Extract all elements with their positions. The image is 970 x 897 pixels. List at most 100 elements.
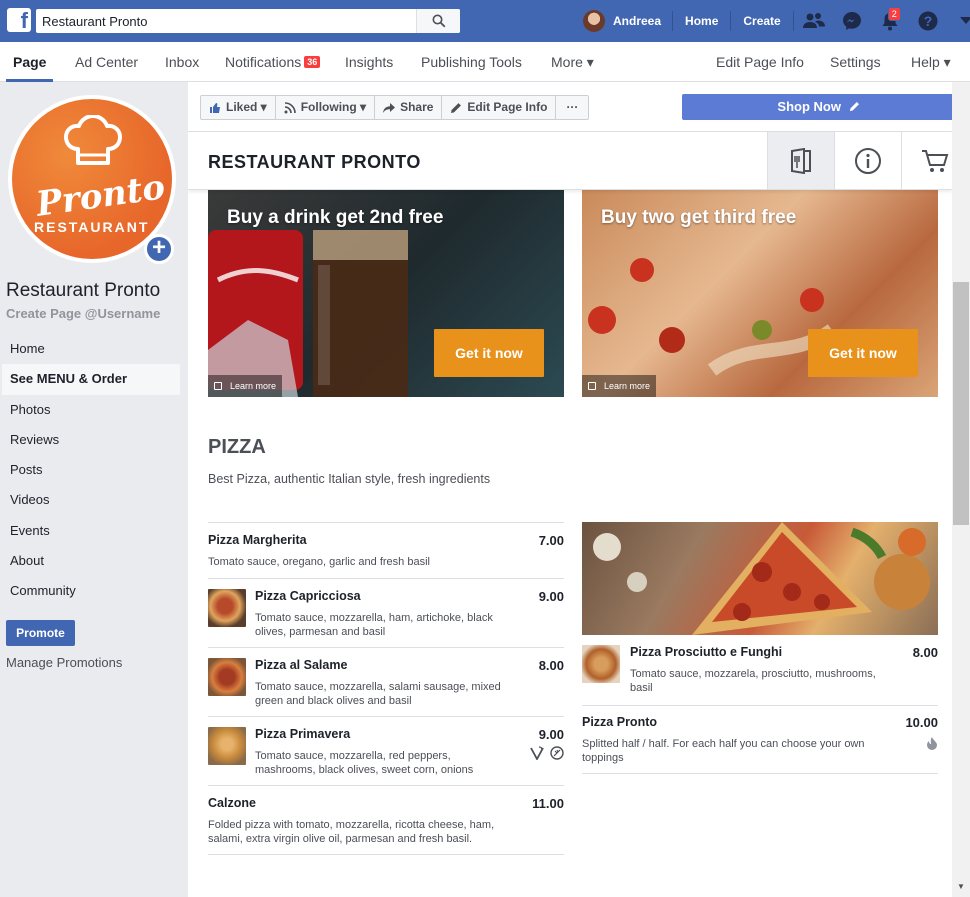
sidebar-item-events[interactable]: Events bbox=[0, 516, 180, 546]
facebook-logo-icon[interactable]: f bbox=[7, 8, 31, 33]
scrollbar-thumb[interactable] bbox=[953, 282, 969, 525]
manage-promotions-link[interactable]: Manage Promotions bbox=[6, 655, 122, 670]
sidebar-item-menu-order[interactable]: See MENU & Order bbox=[2, 364, 180, 395]
share-button[interactable]: Share bbox=[375, 96, 443, 119]
learn-more-link[interactable]: Learn more bbox=[582, 375, 657, 397]
page-tabs: Page Ad Center Inbox Notifications 36 Ins… bbox=[0, 42, 970, 82]
menu-item-name: Pizza Primavera bbox=[255, 727, 351, 741]
friend-requests-button[interactable] bbox=[795, 0, 833, 42]
notifications-count-badge: 36 bbox=[304, 56, 321, 68]
notifications-button[interactable]: 2 bbox=[871, 0, 909, 42]
tab-insights[interactable]: Insights bbox=[345, 42, 393, 82]
learn-more-label: Learn more bbox=[604, 381, 651, 391]
menu-item[interactable]: Pizza Capricciosa 9.00 Tomato sauce, moz… bbox=[208, 578, 564, 647]
banner-title: Buy two get third free bbox=[601, 207, 797, 228]
info-tab-button[interactable] bbox=[834, 132, 901, 189]
menu-item-price: 11.00 bbox=[532, 796, 564, 811]
tab-settings[interactable]: Settings bbox=[830, 42, 881, 82]
search-button[interactable] bbox=[416, 9, 460, 33]
search-input[interactable]: Restaurant Pronto bbox=[36, 14, 416, 29]
liked-button[interactable]: Liked ▾ bbox=[201, 96, 276, 119]
chef-hat-icon bbox=[64, 115, 122, 165]
menu-item[interactable]: Pizza Pronto 10.00 Splitted half / half.… bbox=[582, 705, 938, 774]
search-icon bbox=[432, 14, 445, 28]
sidebar-item-community[interactable]: Community bbox=[0, 576, 180, 606]
top-nav: Andreea Home Create 2 ? bbox=[583, 0, 970, 42]
menu-item[interactable]: Pizza Prosciutto e Funghi 8.00 Tomato sa… bbox=[582, 635, 938, 705]
menu-item-thumbnail bbox=[208, 658, 246, 696]
menu-item-name: Calzone bbox=[208, 796, 256, 810]
notification-count-badge: 2 bbox=[887, 7, 901, 21]
sidebar-item-photos[interactable]: Photos bbox=[0, 395, 180, 425]
dietary-icons bbox=[926, 736, 938, 750]
rss-icon bbox=[284, 101, 296, 113]
create-link[interactable]: Create bbox=[732, 14, 791, 28]
add-icon[interactable]: + bbox=[144, 234, 174, 264]
tab-ad-center[interactable]: Ad Center bbox=[75, 42, 138, 82]
profile-picture[interactable]: Pronto RESTAURANT + bbox=[8, 95, 176, 264]
menu-tab-button[interactable] bbox=[767, 132, 834, 189]
menu-list-right: Pizza Prosciutto e Funghi 8.00 Tomato sa… bbox=[582, 522, 938, 774]
menu-item[interactable]: Calzone 11.00 Folded pizza with tomato, … bbox=[208, 785, 564, 855]
create-username-link[interactable]: Create Page @Username bbox=[6, 306, 160, 321]
pizza-image bbox=[593, 522, 930, 635]
divider bbox=[792, 11, 794, 31]
menu-item-thumbnail bbox=[208, 589, 246, 627]
following-button[interactable]: Following ▾ bbox=[276, 96, 376, 119]
more-options-button[interactable]: ··· bbox=[556, 96, 588, 119]
menu-item-name: Pizza Pronto bbox=[582, 715, 658, 729]
menu-item-description: Tomato sauce, mozzarella, salami sausage… bbox=[255, 681, 501, 707]
tab-publishing-tools[interactable]: Publishing Tools bbox=[421, 42, 522, 82]
tab-page[interactable]: Page bbox=[6, 42, 54, 82]
menu-item-name: Pizza al Salame bbox=[255, 658, 348, 672]
account-menu-button[interactable] bbox=[947, 0, 970, 42]
info-icon bbox=[855, 147, 881, 174]
menu-item[interactable]: Pizza al Salame 8.00 Tomato sauce, mozza… bbox=[208, 647, 564, 716]
menu-item-description: Splitted half / half. For each half you … bbox=[582, 738, 865, 764]
promo-banner-drink[interactable]: Buy a drink get 2nd free Get it now Lear… bbox=[208, 190, 564, 397]
tab-inbox[interactable]: Inbox bbox=[165, 42, 199, 82]
pizza-category-photo bbox=[582, 522, 938, 635]
menu-item-name: Pizza Margherita bbox=[208, 533, 307, 547]
learn-more-link[interactable]: Learn more bbox=[208, 375, 283, 397]
scroll-down-icon[interactable]: ▼ bbox=[957, 882, 965, 891]
menu-item-price: 8.00 bbox=[538, 658, 564, 673]
edit-page-info-button[interactable]: Edit Page Info bbox=[442, 96, 557, 119]
menu-item[interactable]: Pizza Margherita 7.00 Tomato sauce, oreg… bbox=[208, 522, 564, 578]
section-title: PIZZA bbox=[208, 436, 266, 458]
scrollbar[interactable]: ▼ bbox=[952, 82, 970, 897]
tab-notifications[interactable]: Notifications 36 bbox=[225, 42, 321, 82]
menu-item-description: Tomato sauce, mozzarella, ham, artichoke… bbox=[255, 612, 493, 638]
messenger-button[interactable] bbox=[833, 0, 871, 42]
promo-banner-pizza[interactable]: Buy two get third free Get it now Learn … bbox=[582, 190, 938, 397]
sidebar-item-videos[interactable]: Videos bbox=[0, 485, 180, 515]
menu-item[interactable]: Pizza Primavera 9.00 Tomato sauce, mozza… bbox=[208, 716, 564, 785]
banner-title: Buy a drink get 2nd free bbox=[227, 207, 444, 228]
cart-tab-button[interactable] bbox=[901, 132, 952, 189]
vegetarian-icon bbox=[530, 746, 544, 760]
sidebar-item-posts[interactable]: Posts bbox=[0, 455, 180, 485]
sidebar-item-reviews[interactable]: Reviews bbox=[0, 425, 180, 455]
restaurant-logo: Pronto RESTAURANT bbox=[12, 99, 172, 259]
menu-item-description: Tomato sauce, mozzarella, red peppers, m… bbox=[255, 750, 474, 776]
tab-edit-page-info[interactable]: Edit Page Info bbox=[716, 42, 804, 82]
user-profile-link[interactable]: Andreea bbox=[583, 10, 671, 32]
tab-help[interactable]: Help ▾ bbox=[911, 42, 951, 82]
tab-more[interactable]: More ▾ bbox=[551, 42, 594, 82]
user-name: Andreea bbox=[613, 14, 662, 28]
sidebar-item-about[interactable]: About bbox=[0, 546, 180, 576]
get-it-now-button[interactable]: Get it now bbox=[434, 329, 544, 377]
pencil-icon bbox=[849, 102, 859, 112]
share-label: Share bbox=[400, 100, 434, 114]
get-it-now-button[interactable]: Get it now bbox=[808, 329, 918, 377]
messenger-icon bbox=[842, 12, 861, 30]
help-button[interactable]: ? bbox=[909, 0, 947, 42]
spicy-icon bbox=[927, 737, 937, 750]
sidebar-item-home[interactable]: Home bbox=[0, 334, 180, 364]
promote-button[interactable]: Promote bbox=[6, 620, 75, 646]
logo-subtext: RESTAURANT bbox=[34, 219, 150, 235]
home-link[interactable]: Home bbox=[674, 14, 729, 28]
shop-now-button[interactable]: Shop Now bbox=[682, 94, 952, 120]
edit-page-info-label: Edit Page Info bbox=[467, 100, 548, 114]
action-bar: Liked ▾ Following ▾ Share Edit Page Info… bbox=[188, 82, 952, 132]
